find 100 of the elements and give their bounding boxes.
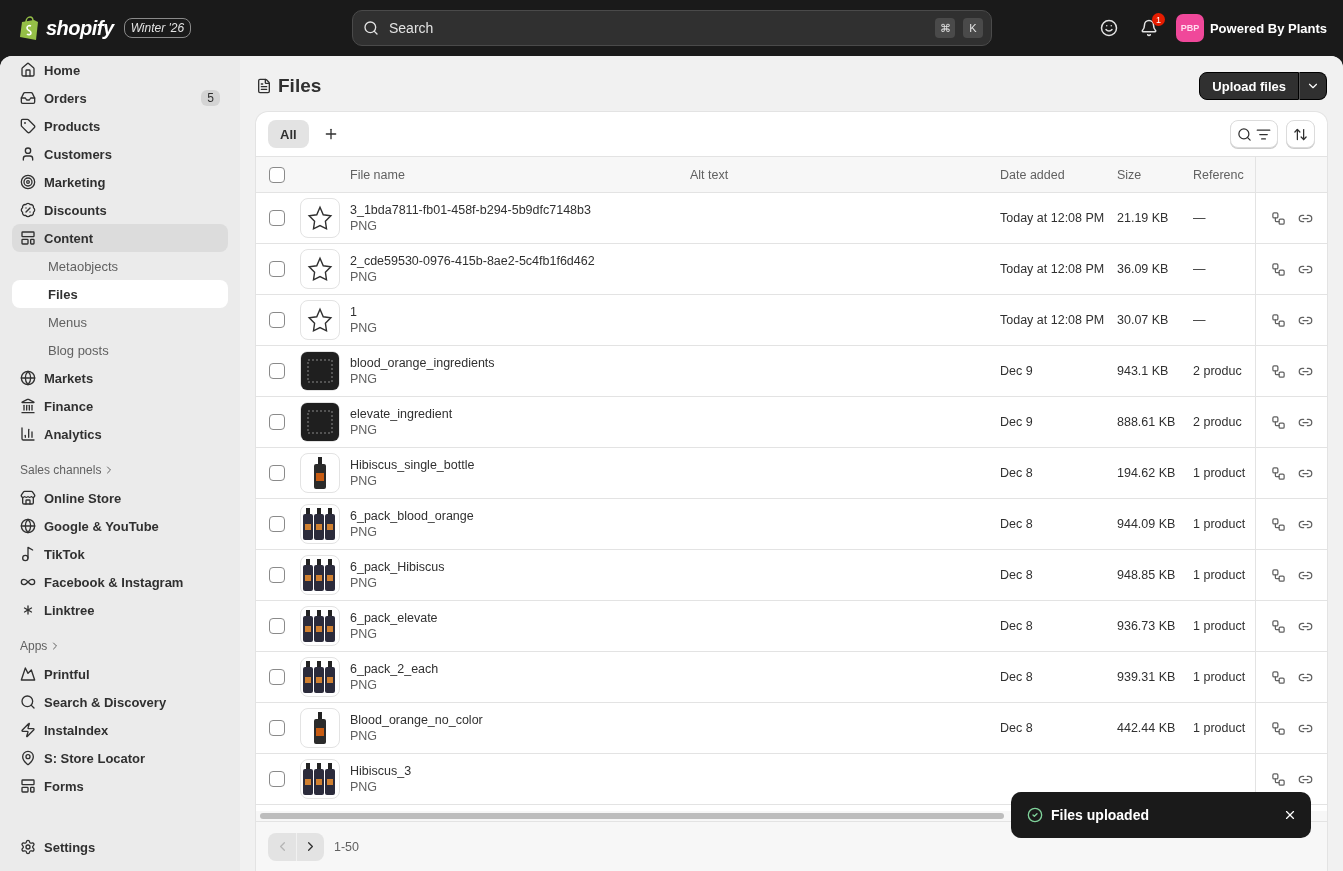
sidebar-subitem[interactable]: Menus: [12, 308, 228, 336]
row-checkbox[interactable]: [269, 567, 285, 583]
sidebar-subitem[interactable]: Blog posts: [12, 336, 228, 364]
search-icon: [20, 694, 36, 710]
file-type: PNG: [350, 321, 379, 335]
row-checkbox[interactable]: [269, 516, 285, 532]
file-type: PNG: [350, 525, 379, 539]
sidebar-item[interactable]: Online Store: [12, 484, 228, 512]
sidebar-item[interactable]: Home: [12, 56, 228, 84]
section-heading-link[interactable]: Sales channels: [12, 456, 228, 484]
row-checkbox[interactable]: [269, 210, 285, 226]
sidebar-item[interactable]: Finance: [12, 392, 228, 420]
sidebar-item[interactable]: Products: [12, 112, 228, 140]
sidebar-item-label: TikTok: [44, 546, 86, 562]
file-type: PNG: [350, 729, 379, 743]
connected-squares-icon[interactable]: [1270, 771, 1286, 787]
upload-files-button[interactable]: Upload files: [1199, 72, 1299, 100]
row-checkbox[interactable]: [269, 771, 285, 787]
sidebar-item[interactable]: Discounts: [12, 196, 228, 224]
sidebar-item[interactable]: Customers: [12, 140, 228, 168]
sidebar-item[interactable]: InstaIndex: [12, 716, 228, 744]
row-checkbox[interactable]: [269, 312, 285, 328]
sidebar-item[interactable]: Content: [12, 224, 228, 252]
connected-squares-icon[interactable]: [1270, 312, 1286, 328]
row-checkbox[interactable]: [269, 414, 285, 430]
size-cell-text: 943.1 KB: [1117, 364, 1170, 378]
sidebar-item-label: Linktree: [44, 602, 96, 618]
sidebar-item[interactable]: Google & YouTube: [12, 512, 228, 540]
notification-count: 1: [1151, 13, 1165, 26]
row-checkbox[interactable]: [269, 669, 285, 685]
date-cell-text: Today at 12:08 PM: [1000, 262, 1106, 276]
close-button[interactable]: [1283, 808, 1297, 822]
lightning-icon: [20, 722, 36, 738]
file-type: PNG: [350, 780, 379, 794]
notifications-button[interactable]: 1: [1135, 15, 1162, 41]
connected-squares-icon[interactable]: [1270, 465, 1286, 481]
count-badge: 5: [201, 90, 220, 106]
sidebar-item-label: Marketing: [44, 174, 107, 190]
section-heading-link[interactable]: Apps: [12, 632, 228, 660]
sidebar-item[interactable]: TikTok: [12, 540, 228, 568]
size-cell-text: 939.31 KB: [1117, 670, 1177, 684]
sidebar-subitem[interactable]: Files: [12, 280, 228, 308]
connected-squares-icon[interactable]: [1270, 261, 1286, 277]
select-all-checkbox[interactable]: [269, 166, 285, 183]
references-cell-text: 1 product: [1193, 517, 1247, 531]
connected-squares-icon[interactable]: [1270, 516, 1286, 532]
sidebar-item[interactable]: Printful: [12, 660, 228, 688]
sidebar-item[interactable]: Linktree: [12, 596, 228, 624]
sidebar-item-label: Home: [44, 62, 82, 78]
sidebar-item-label: Forms: [44, 778, 85, 794]
file-name: 2_cde59530-0976-415b-8ae2-5c4fb1f6d462: [350, 254, 596, 268]
toast-message: Files uploaded: [1051, 807, 1150, 823]
connected-squares-icon[interactable]: [1270, 720, 1286, 736]
references-cell-text: 1 product: [1193, 568, 1247, 582]
row-checkbox[interactable]: [269, 261, 285, 277]
sidebar-item[interactable]: Markets: [12, 364, 228, 392]
row-checkbox[interactable]: [269, 363, 285, 379]
star-logo-thumbnail: [300, 198, 340, 238]
view-tab[interactable]: All: [268, 120, 309, 148]
sidebar-item[interactable]: Orders 5: [12, 84, 228, 112]
sidebar-item-label: Google & YouTube: [44, 518, 160, 534]
row-checkbox[interactable]: [269, 465, 285, 481]
sidebar-item-label: Customers: [44, 146, 113, 162]
sort-button[interactable]: [1286, 120, 1315, 148]
bell-icon: [1139, 19, 1158, 37]
file-name: elevate_ingredient: [350, 407, 454, 421]
connected-squares-icon[interactable]: [1270, 567, 1286, 583]
bar-chart-icon: [20, 426, 36, 442]
date-cell-text: Dec 8: [1000, 619, 1034, 633]
search-bar[interactable]: Search ⌘ K: [352, 10, 992, 46]
scrollbar-thumb[interactable]: [260, 813, 1005, 819]
connected-squares-icon[interactable]: [1270, 414, 1286, 430]
sidebar-item-label: Facebook & Instagram: [44, 574, 185, 590]
sidebar-item[interactable]: S: Store Locator: [12, 744, 228, 772]
sidebar-item[interactable]: Search & Discovery: [12, 688, 228, 716]
sidebar-item[interactable]: Forms: [12, 772, 228, 800]
store-name: Powered By Plants: [1209, 20, 1327, 36]
row-checkbox[interactable]: [269, 618, 285, 634]
sidebar-item[interactable]: Marketing: [12, 168, 228, 196]
connected-squares-icon[interactable]: [1270, 618, 1286, 634]
sidebar-item[interactable]: Facebook & Instagram: [12, 568, 228, 596]
connected-squares-icon[interactable]: [1270, 210, 1286, 226]
layout-icon: [20, 230, 36, 246]
connected-squares-icon[interactable]: [1270, 669, 1286, 685]
sidebar-subitem[interactable]: Metaobjects: [12, 252, 228, 280]
row-checkbox[interactable]: [269, 720, 285, 736]
upload-options-button[interactable]: [1299, 72, 1327, 100]
settings-link[interactable]: Settings: [12, 833, 228, 861]
store-menu-button[interactable]: PBP Powered By Plants: [1175, 14, 1327, 42]
connected-squares-icon[interactable]: [1270, 363, 1286, 379]
star-logo-thumbnail: [300, 300, 340, 340]
search-input[interactable]: Search: [387, 19, 927, 37]
sidebar-item-label: Online Store: [44, 490, 123, 506]
sidebar-item[interactable]: Analytics: [12, 420, 228, 448]
mountain-icon: [20, 666, 36, 682]
store-avatar: PBP: [1175, 14, 1204, 42]
bottle-thumbnail: [300, 708, 340, 748]
search-filter-button[interactable]: [1230, 120, 1278, 148]
date-cell-text: Dec 8: [1000, 517, 1034, 531]
file-name: Blood_orange_no_color: [350, 713, 484, 727]
